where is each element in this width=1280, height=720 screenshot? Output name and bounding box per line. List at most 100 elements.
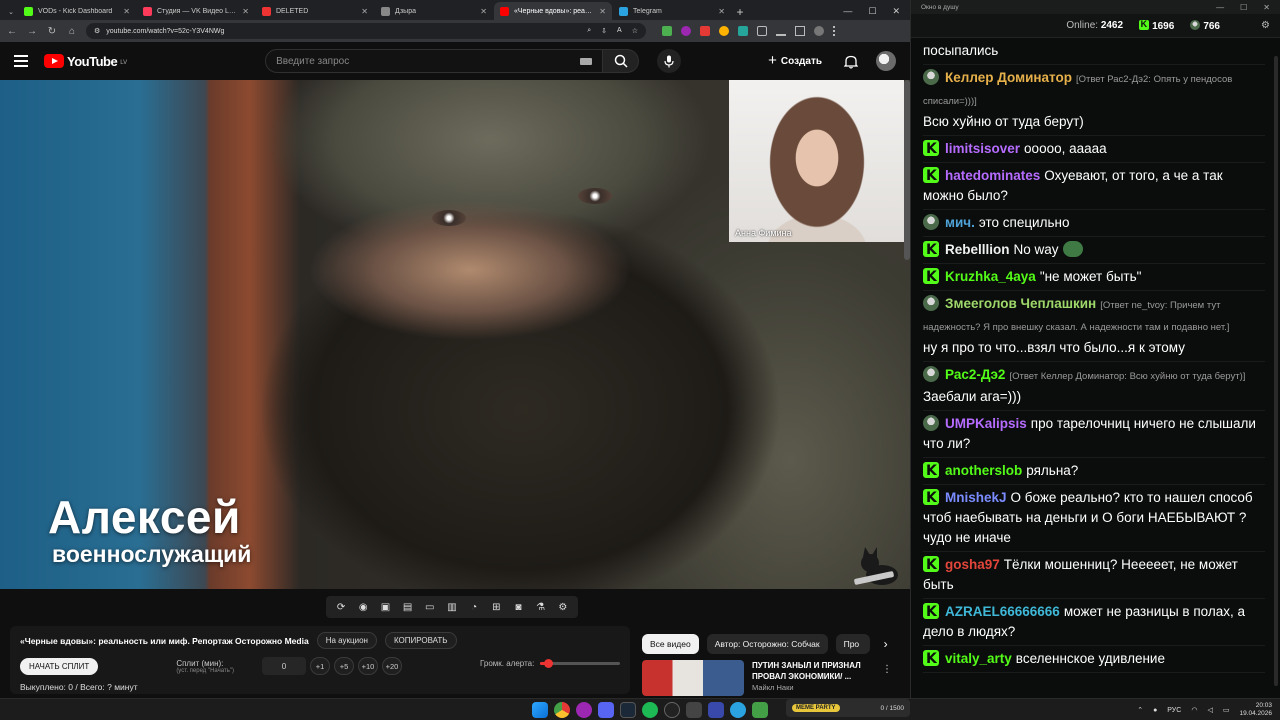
- chat-settings-icon[interactable]: ⚙: [1261, 20, 1270, 31]
- tab-search-icon[interactable]: ⌄: [4, 4, 18, 20]
- back-icon[interactable]: ←: [6, 26, 18, 37]
- chat-message[interactable]: Змееголов Чеплашкин [Ответ ne_tvoy: Приче…: [923, 291, 1265, 362]
- chat-username[interactable]: Kruzhka_4aya: [945, 269, 1036, 284]
- chip-author[interactable]: Автор: Осторожно: Собчак: [706, 634, 828, 654]
- loop-icon[interactable]: ⟳: [334, 602, 348, 613]
- url-bar[interactable]: ⚙ youtube.com/watch?v=52c-Y3V4NWg ⌕ ⇩ A …: [86, 23, 646, 39]
- forward-icon[interactable]: →: [26, 26, 38, 37]
- tab-close-icon[interactable]: ✕: [123, 7, 130, 16]
- clock[interactable]: 20:03 19.04.2026: [1239, 702, 1272, 718]
- start-split-button[interactable]: НАЧАТЬ СПЛИТ: [20, 657, 99, 675]
- chip-all-videos[interactable]: Все видео: [642, 634, 699, 654]
- extension-5-icon[interactable]: [738, 26, 748, 36]
- notifications-bell-icon[interactable]: [844, 54, 858, 69]
- mic-tray-icon[interactable]: ●: [1153, 707, 1157, 714]
- chat-message[interactable]: gosha97Тёлки мошенниц? Неееeет, не может…: [923, 552, 1265, 599]
- tray-chevron-icon[interactable]: ⌃: [1137, 706, 1143, 714]
- chat-username[interactable]: UMPKalipsis: [945, 416, 1027, 431]
- chat-message[interactable]: vitaly_artyвселеннское удивление: [923, 646, 1265, 673]
- keyboard-icon[interactable]: [580, 57, 593, 65]
- browser-tab[interactable]: Студия — VK Видео Live ✕: [137, 2, 255, 20]
- tab-close-icon[interactable]: ✕: [599, 7, 606, 16]
- chat-username[interactable]: anotherslob: [945, 463, 1022, 478]
- maximize-icon[interactable]: ☐: [868, 6, 876, 17]
- chat-close-icon[interactable]: ✕: [1263, 3, 1270, 12]
- chat-message[interactable]: UMPKalipsis про тарелочниц ничего не слыш…: [923, 411, 1265, 458]
- home-icon[interactable]: ⌂: [66, 26, 78, 37]
- extension-3-icon[interactable]: [700, 26, 710, 36]
- discord-icon[interactable]: [598, 702, 614, 718]
- extension-4-icon[interactable]: [719, 26, 729, 36]
- chat-username[interactable]: MnishekJ: [945, 490, 1007, 505]
- chat-username[interactable]: Келлер Доминатор: [945, 70, 1072, 85]
- copy-button[interactable]: КОПИРОВАТЬ: [384, 632, 457, 649]
- search-button[interactable]: [603, 49, 640, 73]
- media-icon[interactable]: [708, 702, 724, 718]
- broadcast-icon[interactable]: ◉: [356, 602, 370, 613]
- chat-username[interactable]: hatedominates: [945, 168, 1040, 183]
- add-1-button[interactable]: +1: [309, 657, 330, 675]
- chat-username[interactable]: Рас2-Дэ2: [945, 367, 1005, 382]
- chat-username[interactable]: AZRAEL66666666: [945, 604, 1060, 619]
- clapper-icon[interactable]: ▤: [401, 602, 415, 613]
- yandex-icon[interactable]: [576, 702, 592, 718]
- menu-icon[interactable]: [14, 55, 28, 67]
- watch-icon[interactable]: ▣: [378, 602, 392, 613]
- tab-close-icon[interactable]: ✕: [480, 7, 487, 16]
- chat-message-list[interactable]: посыпались Келлер Доминатор [Ответ Рас2-Дэ…: [911, 38, 1273, 678]
- install-icon[interactable]: ⇩: [601, 27, 607, 35]
- video-player[interactable]: Анна Фимина Алексей военнослужащий: [0, 80, 910, 589]
- volume-icon[interactable]: ◁: [1207, 706, 1212, 714]
- wifi-icon[interactable]: ◠: [1191, 706, 1197, 714]
- chat-username[interactable]: Змееголов Чеплашкин: [945, 296, 1096, 311]
- steam-icon[interactable]: [620, 702, 636, 718]
- screenshot-icon[interactable]: ◙: [511, 602, 525, 613]
- pip-icon[interactable]: ▭: [423, 602, 437, 613]
- chat-message[interactable]: Kruzhka_4aya"не может быть": [923, 264, 1265, 291]
- chrome-icon[interactable]: [554, 702, 570, 718]
- search-input[interactable]: Введите запрос: [265, 49, 604, 73]
- browser-tab[interactable]: VODs - Kick Dashboard ✕: [18, 2, 136, 20]
- voice-search-button[interactable]: [657, 49, 682, 73]
- puzzle-icon[interactable]: [757, 26, 767, 36]
- extension-2-icon[interactable]: [681, 26, 691, 36]
- download-icon[interactable]: [776, 26, 786, 36]
- split-minutes-input[interactable]: 0: [261, 657, 306, 675]
- video-thumbnail[interactable]: [642, 660, 744, 696]
- new-tab-button[interactable]: +: [732, 4, 748, 20]
- create-button[interactable]: + Создать: [764, 52, 826, 71]
- spotify-icon[interactable]: [642, 702, 658, 718]
- speed-icon[interactable]: ◔: [467, 602, 481, 613]
- auction-button[interactable]: На аукцион: [316, 632, 377, 649]
- close-icon[interactable]: ✕: [892, 6, 900, 17]
- chat-message[interactable]: Келлер Доминатор [Ответ Рас2-Дэ2: Опять у…: [923, 65, 1265, 136]
- chat-message[interactable]: мич. это специльно: [923, 210, 1265, 237]
- chat-message[interactable]: RebelllionNo way: [923, 237, 1265, 264]
- alert-volume-slider[interactable]: [540, 659, 621, 668]
- app-icon[interactable]: [686, 702, 702, 718]
- chat-username[interactable]: мич.: [945, 215, 975, 230]
- meme-party-widget[interactable]: MEME PARTY 0 / 1500: [786, 699, 910, 717]
- telegram-icon[interactable]: [730, 702, 746, 718]
- account-avatar[interactable]: [876, 51, 896, 71]
- more-vert-icon[interactable]: ⋮: [882, 664, 892, 675]
- chat-message[interactable]: посыпались: [923, 38, 1265, 65]
- menu-dots-icon[interactable]: [833, 26, 837, 36]
- browser-tab[interactable]: Дзыра ✕: [375, 2, 493, 20]
- add-10-button[interactable]: +10: [357, 657, 378, 675]
- chat-message[interactable]: hatedominatesОхуевают, от того, а че а т…: [923, 163, 1265, 210]
- chip-related[interactable]: Про: [835, 634, 870, 654]
- chat-minimize-icon[interactable]: —: [1216, 3, 1224, 12]
- site-info-icon[interactable]: ⚙: [94, 27, 100, 35]
- chat-message[interactable]: anotherslob ряльна?: [923, 458, 1265, 485]
- minimize-icon[interactable]: —: [843, 6, 852, 16]
- files-icon[interactable]: [752, 702, 768, 718]
- clip-add-icon[interactable]: ⊞: [489, 602, 503, 613]
- browser-tab[interactable]: «Черные вдовы»: реальность ✕: [494, 2, 612, 20]
- recommended-video[interactable]: ПУТИН ЗАНЫЛ И ПРИЗНАЛ ПРОВАЛ ЭКОНОМИКИ/ …: [642, 660, 898, 696]
- extension-1-icon[interactable]: [662, 26, 672, 36]
- youtube-logo[interactable]: YouTube LV: [44, 54, 127, 69]
- theater-icon[interactable]: ▥: [445, 602, 459, 613]
- flask-icon[interactable]: ⚗: [534, 602, 548, 613]
- battery-icon[interactable]: ▭: [1223, 706, 1230, 714]
